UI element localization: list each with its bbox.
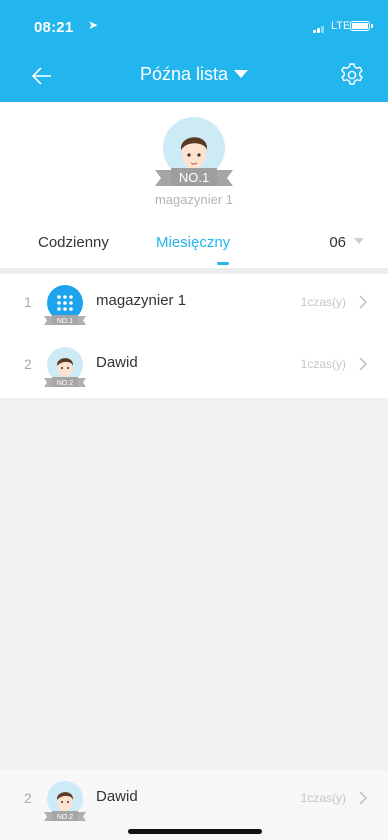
tab-daily[interactable]: Codzienny — [38, 234, 109, 251]
employee-name: magazynier 1 — [96, 292, 187, 309]
winner-avatar: NO.1 — [149, 114, 239, 194]
list-item[interactable]: 1 NO.1 magazynier 1 1czas(y) — [0, 274, 388, 336]
rank-number: 1 — [24, 294, 32, 310]
chevron-right-icon — [359, 357, 368, 371]
rank-badge-text: NO.1 — [57, 318, 73, 325]
network-type: LTE — [331, 20, 351, 32]
late-count: 1czas(y) — [300, 791, 346, 805]
caret-down-icon — [354, 238, 364, 244]
month-select[interactable]: 06 — [329, 234, 364, 251]
list-item[interactable]: 2 NO.2 Dawid 1czas(y) — [0, 336, 388, 398]
app-header: 08:21 ➤ LTE Późna lista — [0, 0, 388, 102]
ranking-list: 1 NO.1 magazynier 1 1czas(y) 2 NO.2 Dawi… — [0, 274, 388, 398]
employee-name: Dawid — [96, 354, 138, 371]
chevron-right-icon — [359, 295, 368, 309]
signal-icon — [313, 25, 327, 33]
empty-list-area — [0, 398, 388, 770]
winner-badge-text: NO.1 — [179, 170, 209, 185]
rank-badge-text: NO.2 — [57, 380, 73, 387]
location-arrow-icon: ➤ — [88, 18, 99, 32]
late-count: 1czas(y) — [300, 357, 346, 371]
rank-badge-text: NO.2 — [57, 814, 73, 821]
page-title: Późna lista — [139, 64, 229, 84]
late-count: 1czas(y) — [300, 295, 346, 309]
status-time: 08:21 — [34, 19, 74, 36]
avatar: NO.1 — [42, 283, 88, 329]
top-winner: NO.1 magazynier 1 — [134, 114, 254, 207]
caret-down-icon — [234, 70, 249, 78]
gear-icon — [341, 63, 363, 85]
tab-monthly[interactable]: Miesięczny — [156, 234, 230, 251]
status-bar: 08:21 ➤ LTE — [0, 0, 388, 48]
period-tabs: Codzienny Miesięczny 06 — [0, 226, 388, 268]
avatar: NO.2 — [42, 345, 88, 391]
settings-button[interactable] — [339, 62, 365, 88]
chevron-right-icon — [359, 791, 368, 805]
active-tab-indicator — [217, 262, 229, 265]
list-type-dropdown[interactable]: Późna lista — [0, 64, 388, 85]
leader-section: NO.1 magazynier 1 Codzienny Miesięczny 0… — [0, 102, 388, 268]
rank-number: 2 — [24, 356, 32, 372]
home-indicator[interactable] — [128, 829, 262, 834]
month-value: 06 — [329, 234, 346, 251]
employee-name: Dawid — [96, 788, 138, 805]
avatar: NO.2 — [42, 779, 88, 825]
rank-number: 2 — [24, 790, 32, 806]
battery-icon — [350, 21, 373, 31]
winner-name: magazynier 1 — [154, 192, 234, 207]
